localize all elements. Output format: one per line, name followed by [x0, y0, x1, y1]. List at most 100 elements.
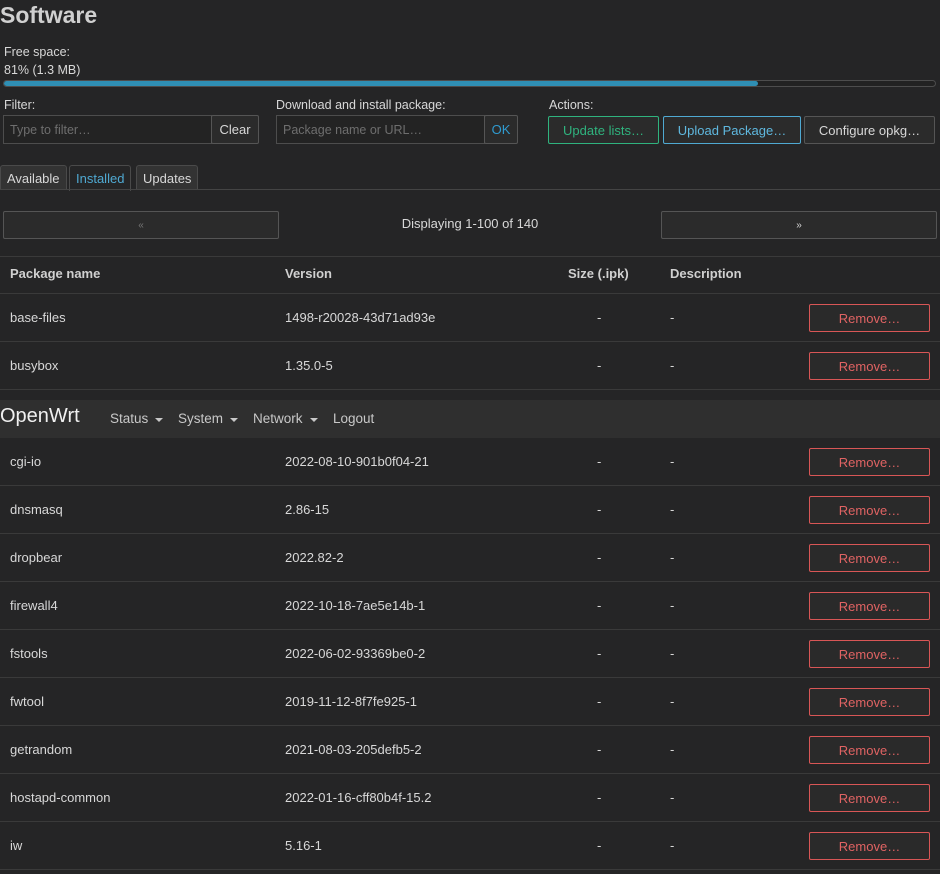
next-page-button[interactable]: »: [661, 211, 937, 239]
package-name-cell: fstools: [10, 646, 48, 661]
size-cell: -: [597, 694, 602, 709]
table-row: getrandom 2021-08-03-205defb5-2 - - Remove…: [0, 726, 940, 774]
nav-logout-link[interactable]: Logout: [333, 411, 374, 426]
column-header-package-name: Package name: [10, 266, 101, 281]
package-name-cell: fwtool: [10, 694, 44, 709]
column-header-size: Size (.ipk): [568, 266, 629, 281]
column-header-version: Version: [285, 266, 332, 281]
table-row: cgi-io 2022-08-10-901b0f04-21 - - Remove…: [0, 438, 940, 486]
description-cell: -: [670, 598, 675, 613]
size-cell: -: [597, 598, 602, 613]
install-ok-button[interactable]: OK: [484, 115, 518, 144]
description-cell: -: [670, 454, 675, 469]
free-space-progress-bar: [3, 80, 936, 87]
free-space-value: 81% (1.3 MB): [4, 63, 81, 77]
size-cell: -: [597, 742, 602, 757]
version-cell: 1498-r20028-43d71ad93e: [285, 310, 436, 325]
size-cell: -: [597, 358, 602, 373]
remove-package-button[interactable]: Remove…: [809, 496, 930, 524]
free-space-progress-fill: [4, 81, 759, 86]
nav-status-label: Status: [110, 411, 149, 426]
tabs-divider: [0, 189, 940, 190]
description-cell: -: [670, 694, 675, 709]
remove-package-button[interactable]: Remove…: [809, 352, 930, 380]
table-row: base-files 1498-r20028-43d71ad93e - - Remove…: [0, 294, 940, 342]
tab-installed[interactable]: Installed: [69, 165, 132, 191]
nav-system-menu[interactable]: System: [178, 411, 239, 426]
version-cell: 2019-11-12-8f7fe925-1: [285, 694, 418, 709]
chevron-down-icon: [230, 417, 239, 422]
description-cell: -: [670, 358, 675, 373]
nav-status-menu[interactable]: Status: [110, 411, 164, 426]
nav-logout-label: Logout: [333, 411, 375, 426]
version-cell: 2022-08-10-901b0f04-21: [285, 454, 429, 469]
table-row: fstools 2022-06-02-93369be0-2 - - Remove…: [0, 630, 940, 678]
version-cell: 2021-08-03-205defb5-2: [285, 742, 422, 757]
package-name-cell: dnsmasq: [10, 502, 63, 517]
top-navbar: OpenWrt Status System Network Logout: [0, 400, 940, 438]
nav-system-label: System: [178, 411, 224, 426]
remove-package-button[interactable]: Remove…: [809, 688, 930, 716]
table-row: busybox 1.35.0-5 - - Remove…: [0, 342, 940, 390]
package-url-input[interactable]: [276, 115, 485, 144]
package-name-cell: base-files: [10, 310, 66, 325]
remove-package-button[interactable]: Remove…: [809, 784, 930, 812]
table-row: dropbear 2022.82-2 - - Remove…: [0, 534, 940, 582]
remove-package-button[interactable]: Remove…: [809, 832, 930, 860]
upload-package-button[interactable]: Upload Package…: [663, 116, 801, 144]
chevron-down-icon: [155, 417, 164, 422]
table-row: dnsmasq 2.86-15 - - Remove…: [0, 486, 940, 534]
update-lists-button[interactable]: Update lists…: [548, 116, 659, 144]
table-top-divider: [0, 256, 940, 257]
table-row: fwtool 2019-11-12-8f7fe925-1 - - Remove…: [0, 678, 940, 726]
version-cell: 5.16-1: [285, 838, 322, 853]
version-cell: 2022-01-16-cff80b4f-15.2: [285, 790, 432, 805]
package-name-cell: cgi-io: [10, 454, 42, 469]
nav-network-label: Network: [253, 411, 303, 426]
description-cell: -: [670, 742, 675, 757]
configure-opkg-button[interactable]: Configure opkg…: [804, 116, 935, 144]
size-cell: -: [597, 454, 602, 469]
tab-updates[interactable]: Updates: [136, 165, 199, 190]
remove-package-button[interactable]: Remove…: [809, 736, 930, 764]
version-cell: 1.35.0-5: [285, 358, 333, 373]
remove-package-button[interactable]: Remove…: [809, 640, 930, 668]
package-name-cell: firewall4: [10, 598, 58, 613]
table-row: firewall4 2022-10-18-7ae5e14b-1 - - Remove…: [0, 582, 940, 630]
free-space-label: Free space:: [4, 45, 71, 59]
download-label: Download and install package:: [276, 98, 446, 112]
remove-package-button[interactable]: Remove…: [809, 592, 930, 620]
version-cell: 2022.82-2: [285, 550, 344, 565]
package-name-cell: iw: [10, 838, 23, 853]
size-cell: -: [597, 310, 602, 325]
tab-available[interactable]: Available: [0, 165, 67, 190]
version-cell: 2.86-15: [285, 502, 330, 517]
description-cell: -: [670, 790, 675, 805]
nav-network-menu[interactable]: Network: [253, 411, 318, 426]
description-cell: -: [670, 310, 675, 325]
version-cell: 2022-10-18-7ae5e14b-1: [285, 598, 426, 613]
size-cell: -: [597, 502, 602, 517]
page-title: Software: [0, 2, 98, 28]
clear-filter-button[interactable]: Clear: [211, 115, 259, 144]
description-cell: -: [670, 838, 675, 853]
filter-label: Filter:: [4, 98, 36, 112]
size-cell: -: [597, 550, 602, 565]
remove-package-button[interactable]: Remove…: [809, 448, 930, 476]
brand-logo[interactable]: OpenWrt: [0, 405, 80, 428]
chevron-down-icon: [309, 417, 318, 422]
description-cell: -: [670, 550, 675, 565]
column-header-description: Description: [670, 266, 742, 281]
filter-input[interactable]: [3, 115, 212, 144]
remove-package-button[interactable]: Remove…: [809, 544, 930, 572]
description-cell: -: [670, 502, 675, 517]
size-cell: -: [597, 646, 602, 661]
description-cell: -: [670, 646, 675, 661]
table-row: hostapd-common 2022-01-16-cff80b4f-15.2 - -…: [0, 774, 940, 822]
remove-package-button[interactable]: Remove…: [809, 304, 930, 332]
size-cell: -: [597, 790, 602, 805]
size-cell: -: [597, 838, 602, 853]
table-row: iw 5.16-1 - - Remove…: [0, 822, 940, 870]
package-name-cell: busybox: [10, 358, 59, 373]
package-name-cell: hostapd-common: [10, 790, 111, 805]
